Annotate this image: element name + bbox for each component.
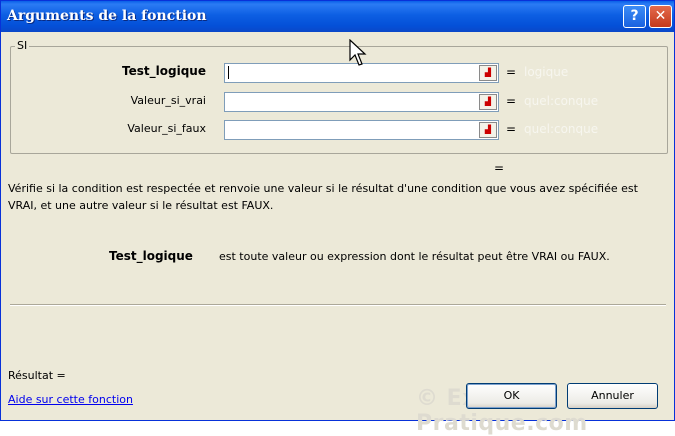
ok-button[interactable]: OK — [466, 383, 557, 409]
range-select-button[interactable]: ▟ — [479, 94, 497, 110]
equals-sign: = — [506, 122, 517, 136]
cancel-button[interactable]: Annuler — [567, 383, 658, 409]
arg-type-hint: logique — [524, 65, 569, 79]
collapse-dialog-icon: ▟ — [484, 97, 492, 106]
help-link[interactable]: Aide sur cette fonction — [8, 393, 133, 406]
equals-sign: = — [506, 94, 517, 108]
divider — [10, 304, 666, 306]
collapse-dialog-icon: ▟ — [484, 68, 492, 77]
text-caret — [228, 66, 229, 79]
function-name-label: SI — [15, 39, 30, 52]
param-help-name: Test_logique — [109, 249, 193, 263]
title-bar[interactable]: Arguments de la fonction ? ✕ — [1, 1, 674, 32]
range-select-button[interactable]: ▟ — [479, 122, 497, 138]
equals-sign: = — [506, 65, 517, 79]
valeur-si-vrai-input[interactable]: ▟ — [224, 92, 499, 112]
dialog-title: Arguments de la fonction — [7, 8, 207, 24]
range-select-button[interactable]: ▟ — [479, 65, 497, 81]
collapse-dialog-icon: ▟ — [484, 125, 492, 134]
arg-label-valeur-si-faux: Valeur_si_faux — [127, 122, 206, 135]
arg-label-valeur-si-vrai: Valeur_si_vrai — [130, 94, 206, 107]
function-description: Vérifie si la condition est respectée et… — [8, 182, 638, 212]
arg-label-test-logique: Test_logique — [122, 64, 206, 78]
close-button[interactable]: ✕ — [649, 5, 672, 28]
mouse-cursor-icon — [349, 39, 367, 66]
valeur-si-faux-input[interactable]: ▟ — [224, 120, 499, 140]
formula-result-equals: = — [494, 161, 505, 175]
help-button[interactable]: ? — [623, 5, 646, 28]
function-arguments-group: SI Test_logique ▟ = logique Valeur_si_vr… — [10, 39, 668, 154]
arg-type-hint: quel:conque — [524, 94, 599, 108]
param-help-text: est toute valeur ou expression dont le r… — [219, 250, 610, 263]
arg-type-hint: quel:conque — [524, 122, 599, 136]
result-label: Résultat = — [8, 369, 66, 382]
function-arguments-dialog: Arguments de la fonction ? ✕ SI Test_log… — [0, 0, 675, 436]
